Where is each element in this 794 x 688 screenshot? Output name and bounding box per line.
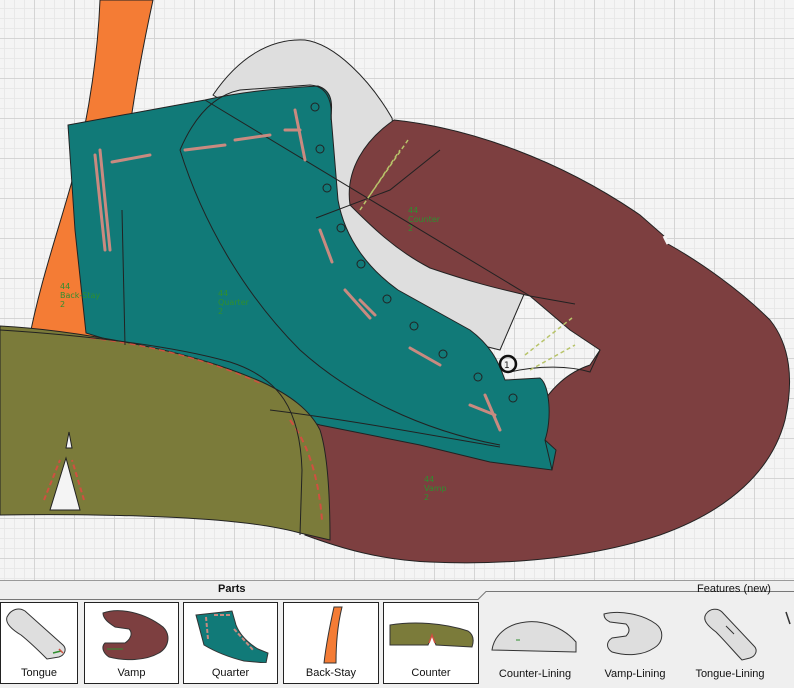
thumbnail-label: Counter-Lining: [498, 668, 572, 680]
vamp-label-count: 2: [424, 493, 429, 502]
tongue-lining-shape-icon: [704, 608, 757, 661]
vamp-shape-icon: [102, 610, 169, 661]
counter-lining-label-count: 2: [408, 224, 413, 233]
thumbnail-overflow[interactable]: [780, 602, 794, 684]
counter-lining-shape-icon: [491, 621, 577, 653]
thumbnail-label: Tongue-Lining: [695, 668, 765, 680]
quarter-shape-icon: [195, 610, 269, 663]
thumbnail-label: Quarter: [211, 667, 250, 679]
quarter-label-qty: 44: [218, 289, 228, 298]
thumbnail-label: Tongue: [20, 667, 58, 679]
vamp-lining-shape-icon: [603, 611, 663, 656]
thumbnail-label: Vamp: [117, 667, 146, 679]
point-marker-label: 1: [504, 361, 510, 371]
vamp-label-name: Vamp: [424, 484, 447, 493]
counter-lining-label-name: Counter: [408, 215, 441, 224]
thumbnail-back-stay[interactable]: Back-Stay: [283, 602, 379, 684]
counter-shape-icon: [389, 622, 474, 648]
tab-features[interactable]: Features (new): [697, 583, 771, 595]
counter-lining-label-qty: 44: [408, 206, 418, 215]
thumbnail-quarter[interactable]: Quarter: [183, 602, 278, 684]
back-stay-label-qty: 44: [60, 282, 70, 291]
tab-strip: [0, 591, 794, 600]
quarter-label-name: Quarter: [218, 298, 250, 307]
pattern-canvas[interactable]: 44 Back-Stay 2 44 Quarter 2 44 Counter 2…: [0, 0, 794, 580]
tongue-shape-icon: [6, 608, 66, 660]
thumbnail-label: Vamp-Lining: [604, 668, 666, 680]
back-stay-label-name: Back-Stay: [60, 291, 100, 300]
thumbnail-tongue[interactable]: Tongue: [0, 602, 78, 684]
thumbnail-label: Counter: [411, 667, 451, 679]
overflow-shape-icon: [785, 611, 791, 625]
thumbnail-counter[interactable]: Counter: [383, 602, 479, 684]
back-stay-shape-icon: [323, 606, 343, 664]
back-stay-label-count: 2: [60, 300, 65, 309]
thumbnail-label: Back-Stay: [305, 667, 357, 679]
thumbnail-tongue-lining[interactable]: Tongue-Lining: [686, 602, 774, 684]
point-marker[interactable]: 1: [498, 354, 518, 374]
pattern-drawing[interactable]: 44 Back-Stay 2 44 Quarter 2 44 Counter 2…: [0, 0, 794, 580]
quarter-label-count: 2: [218, 307, 223, 316]
thumbnail-vamp-lining[interactable]: Vamp-Lining: [590, 602, 680, 684]
thumbnail-vamp[interactable]: Vamp: [84, 602, 179, 684]
tab-parts[interactable]: Parts: [218, 583, 246, 595]
vamp-label-qty: 44: [424, 475, 434, 484]
thumbnail-counter-lining[interactable]: Counter-Lining: [486, 602, 584, 684]
